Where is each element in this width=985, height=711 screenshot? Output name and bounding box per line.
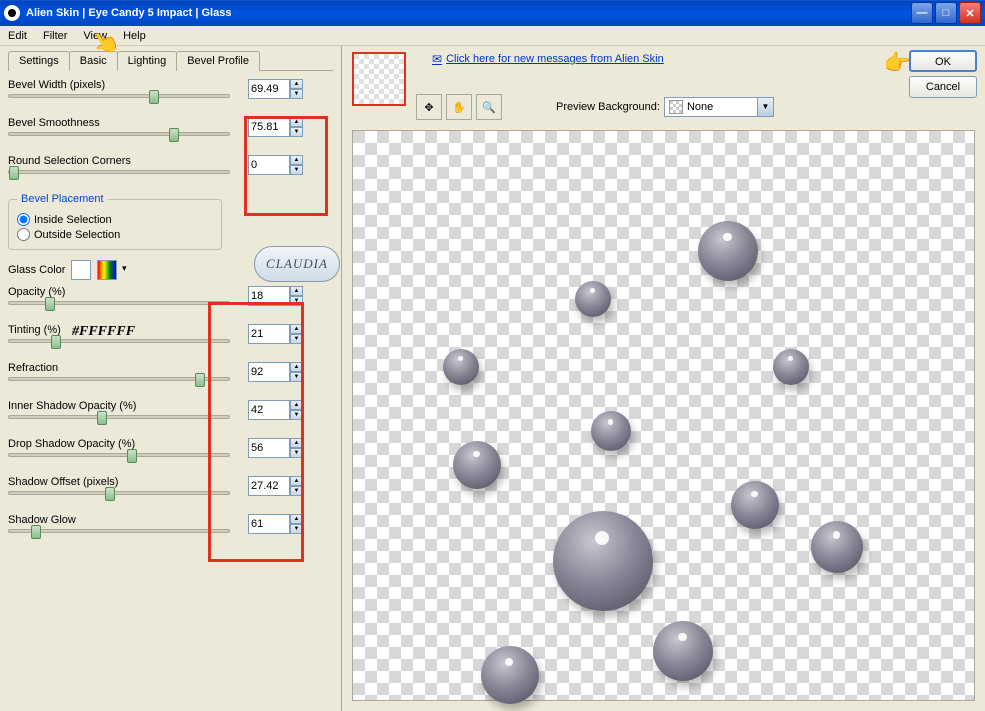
shadow-glow-slider[interactable] — [8, 529, 230, 533]
tinting-input[interactable] — [248, 324, 290, 344]
spin-down[interactable]: ▼ — [290, 89, 303, 99]
hand-tool[interactable]: ✋ — [446, 94, 472, 120]
spin-up[interactable]: ▲ — [290, 400, 303, 410]
bevel-smoothness-slider[interactable] — [8, 132, 230, 136]
refraction-slider[interactable] — [8, 377, 230, 381]
spin-up[interactable]: ▲ — [290, 286, 303, 296]
inside-selection-label: Inside Selection — [34, 214, 112, 226]
palette-icon[interactable] — [97, 260, 117, 280]
title-bar: Alien Skin | Eye Candy 5 Impact | Glass … — [0, 0, 985, 26]
bevel-placement-group: Bevel Placement Inside Selection Outside… — [8, 193, 222, 250]
spin-up[interactable]: ▲ — [290, 438, 303, 448]
chevron-down-icon: ▼ — [757, 98, 773, 116]
menu-filter[interactable]: Filter — [43, 30, 67, 42]
spin-up[interactable]: ▲ — [290, 362, 303, 372]
spin-down[interactable]: ▼ — [290, 448, 303, 458]
drop-shadow-slider[interactable] — [8, 453, 230, 457]
spin-up[interactable]: ▲ — [290, 514, 303, 524]
tab-bevel-profile[interactable]: Bevel Profile — [176, 51, 260, 71]
tab-lighting[interactable]: Lighting — [117, 51, 178, 71]
tinting-slider[interactable] — [8, 339, 230, 343]
transparency-icon — [669, 100, 683, 114]
window-title: Alien Skin | Eye Candy 5 Impact | Glass — [26, 7, 911, 19]
close-button[interactable]: ✕ — [959, 2, 981, 24]
pointer-tool[interactable]: ✥ — [416, 94, 442, 120]
cancel-button[interactable]: Cancel — [909, 76, 977, 98]
shadow-glow-input[interactable] — [248, 514, 290, 534]
inner-shadow-input[interactable] — [248, 400, 290, 420]
bevel-width-input[interactable] — [248, 79, 290, 99]
spin-down[interactable]: ▼ — [290, 127, 303, 137]
round-corners-input[interactable] — [248, 155, 290, 175]
inside-selection-radio[interactable] — [17, 213, 30, 226]
spin-up[interactable]: ▲ — [290, 79, 303, 89]
preview-background-select[interactable]: None ▼ — [664, 97, 774, 117]
spin-up[interactable]: ▲ — [290, 117, 303, 127]
spin-down[interactable]: ▼ — [290, 334, 303, 344]
preview-background-label: Preview Background: — [556, 101, 660, 113]
settings-panel: Settings Basic Lighting Bevel Profile Be… — [0, 46, 342, 711]
bevel-width-slider[interactable] — [8, 94, 230, 98]
preview-thumbnail[interactable] — [352, 52, 406, 106]
opacity-input[interactable] — [248, 286, 290, 306]
spin-down[interactable]: ▼ — [290, 486, 303, 496]
inner-shadow-slider[interactable] — [8, 415, 230, 419]
spin-up[interactable]: ▲ — [290, 324, 303, 334]
minimize-button[interactable]: — — [911, 2, 933, 24]
menu-help[interactable]: Help — [123, 30, 146, 42]
spin-down[interactable]: ▼ — [290, 524, 303, 534]
menu-edit[interactable]: Edit — [8, 30, 27, 42]
spin-up[interactable]: ▲ — [290, 155, 303, 165]
drop-shadow-input[interactable] — [248, 438, 290, 458]
outside-selection-radio[interactable] — [17, 228, 30, 241]
preview-canvas[interactable] — [352, 130, 975, 701]
preview-background-value: None — [687, 101, 713, 113]
spin-down[interactable]: ▼ — [290, 372, 303, 382]
bevel-placement-legend: Bevel Placement — [17, 193, 108, 205]
shadow-offset-slider[interactable] — [8, 491, 230, 495]
spin-down[interactable]: ▼ — [290, 410, 303, 420]
spin-down[interactable]: ▼ — [290, 165, 303, 175]
glass-color-label: Glass Color — [8, 264, 65, 276]
zoom-tool[interactable]: 🔍 — [476, 94, 502, 120]
preview-panel: Click here for new messages from Alien S… — [342, 46, 985, 711]
refraction-input[interactable] — [248, 362, 290, 382]
app-icon — [4, 5, 20, 21]
spin-up[interactable]: ▲ — [290, 476, 303, 486]
round-corners-slider[interactable] — [8, 170, 230, 174]
outside-selection-label: Outside Selection — [34, 229, 120, 241]
ok-button[interactable]: OK — [909, 50, 977, 72]
spin-down[interactable]: ▼ — [290, 296, 303, 306]
menu-bar: Edit Filter View Help — [0, 26, 985, 46]
glass-color-swatch[interactable] — [71, 260, 91, 280]
claudia-watermark: CLAUDIA — [254, 246, 340, 282]
tab-settings[interactable]: Settings — [8, 51, 70, 71]
hand-pointer-icon: 👉 — [884, 50, 911, 76]
opacity-slider[interactable] — [8, 301, 230, 305]
shadow-offset-input[interactable] — [248, 476, 290, 496]
maximize-button[interactable]: □ — [935, 2, 957, 24]
bevel-smoothness-input[interactable] — [248, 117, 290, 137]
